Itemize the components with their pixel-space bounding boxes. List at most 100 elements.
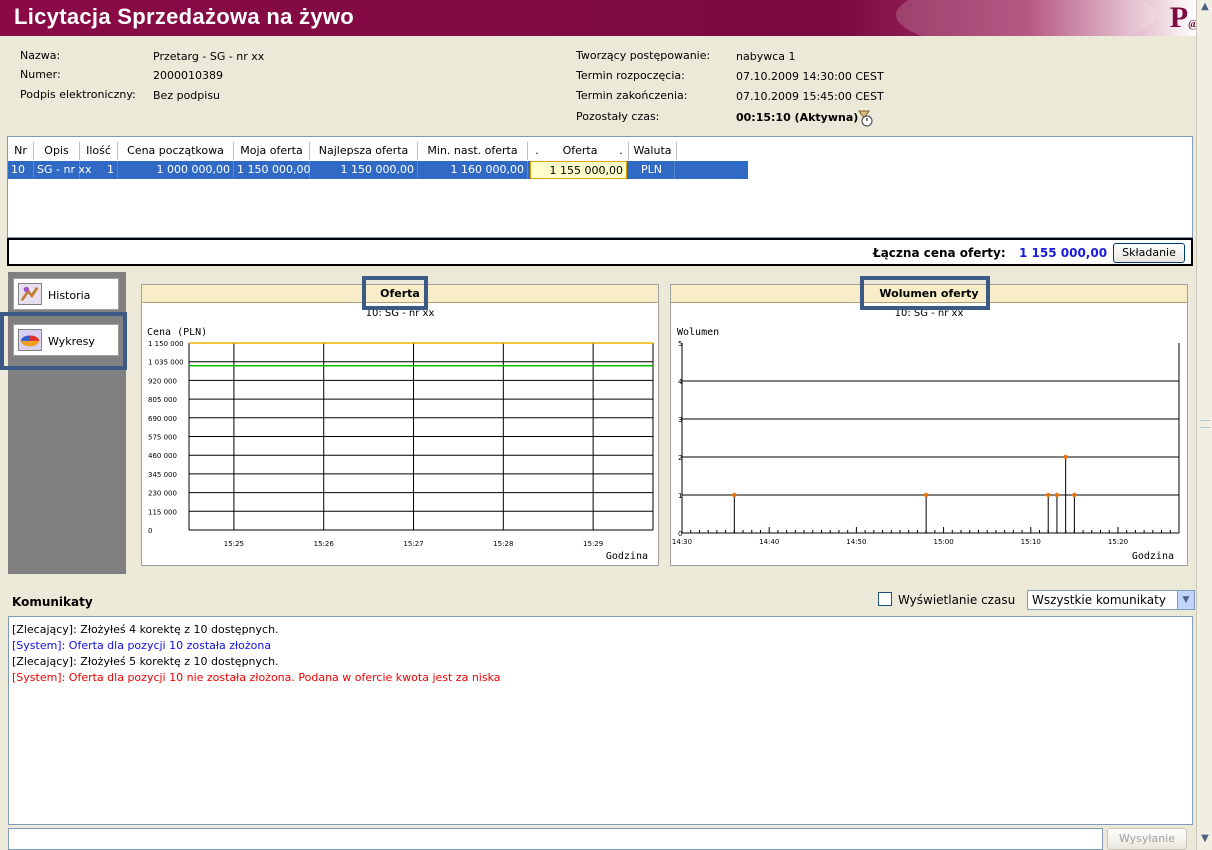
highlight-box-oferta <box>362 276 428 310</box>
chart-wolumen-plot: WolumenGodzina54321014:30 14:40 14:50 15:00… <box>672 327 1180 562</box>
cell-waluta: PLN <box>629 161 675 179</box>
y-tick-label: 345 000 <box>148 471 177 479</box>
y-tick-label: 1 150 000 <box>148 340 184 348</box>
col-min-nast-oferta: Min. nast. oferta <box>418 142 528 160</box>
col-opis: Opis <box>34 142 80 160</box>
messages-header: Komunikaty Wyświetlanie czasu Wszystkie … <box>0 586 1196 614</box>
remaining-value: 00:15:10 (Aktywna) <box>736 111 859 124</box>
y-tick-label: 1 035 000 <box>148 359 184 367</box>
page-scrollbar[interactable]: ▲ ▼ <box>1196 0 1212 850</box>
highlight-box-wykresy <box>0 312 127 370</box>
volume-point <box>1063 454 1068 460</box>
col-sep-right: . <box>614 142 629 160</box>
x-tick-label: 15:10 <box>1021 538 1041 546</box>
cell-cena-poczatkowa: 1 000 000,00 <box>118 161 234 179</box>
y-axis-label: Cena (PLN) <box>147 327 207 338</box>
history-icon <box>18 283 42 305</box>
title-decoration <box>896 0 1156 36</box>
end-label: Termin zakończenia: <box>576 89 688 102</box>
y-tick-label: 690 000 <box>148 415 177 423</box>
volume-point <box>1072 492 1077 498</box>
scroll-grip[interactable] <box>1200 420 1210 428</box>
time-display-label[interactable]: Wyświetlanie czasu <box>898 593 1015 607</box>
cell-nr: 10 <box>8 161 34 179</box>
volume-point <box>1046 492 1051 498</box>
x-tick-label: 15:00 <box>933 538 953 546</box>
highlight-box-wolumen <box>860 276 990 310</box>
cell-ilosc: 1 <box>80 161 118 179</box>
send-button[interactable]: Wysyłanie <box>1107 828 1187 850</box>
scroll-up-icon[interactable]: ▲ <box>1197 1 1212 17</box>
list-item: [Zlecający]: Złożyłeś 5 korektę z 10 dos… <box>12 655 279 668</box>
auction-info: Nazwa: Przetarg - SG - nr xx Numer: 2000… <box>0 36 1196 134</box>
x-tick-label: 14:40 <box>759 538 779 546</box>
y-tick-label: 575 000 <box>148 434 177 442</box>
remaining-label: Pozostały czas: <box>576 110 660 123</box>
x-tick-label: 15:26 <box>314 540 335 548</box>
x-axis-label: Godzina <box>606 551 648 562</box>
x-tick-label: 15:25 <box>224 540 244 548</box>
tworzacy-label: Tworzący postępowanie: <box>576 49 711 62</box>
total-value: 1 155 000,00 <box>1019 246 1108 260</box>
submit-button[interactable]: Składanie <box>1113 243 1185 263</box>
x-tick-label: 15:29 <box>583 540 603 548</box>
message-input[interactable] <box>8 828 1103 850</box>
time-display-checkbox[interactable] <box>878 592 892 606</box>
chart-oferta: Oferta 10: SG - nr xx Cena (PLN) Godzina 1… <box>141 284 659 566</box>
offers-table: Nr Opis Ilość Cena początkowa Moja ofert… <box>7 136 1193 238</box>
y-tick-label: 0 <box>148 527 152 535</box>
oferta-input[interactable]: 1 155 000,00 <box>530 161 627 179</box>
chart-wolumen: Wolumen oferty 10: SG - nr xx Wolumen God… <box>670 284 1188 566</box>
x-tick-label: 14:30 <box>672 538 692 546</box>
total-bar: Łączna cena oferty: 1 155 000,00 Składan… <box>7 238 1193 266</box>
podpis-label: Podpis elektroniczny: <box>20 88 136 101</box>
messages-list: [Zlecający]: Złożyłeś 4 korektę z 10 dos… <box>8 616 1193 825</box>
col-cena-poczatkowa: Cena początkowa <box>118 142 234 160</box>
volume-point <box>1054 492 1060 498</box>
timer-icon <box>858 110 873 127</box>
cell-min-nast-oferta: 1 160 000,00 <box>418 161 528 179</box>
y-tick-label: 920 000 <box>148 377 177 385</box>
message-filter-value: Wszystkie komunikaty <box>1032 593 1166 607</box>
tab-historia[interactable]: Historia <box>13 278 119 310</box>
x-tick-label: 15:28 <box>493 540 513 548</box>
y-axis-label: Wolumen <box>677 327 719 338</box>
message-filter-select[interactable]: Wszystkie komunikaty ▼ <box>1027 590 1195 610</box>
col-oferta: Oferta <box>546 142 614 160</box>
nazwa-value: Przetarg - SG - nr xx <box>153 50 265 63</box>
col-waluta: Waluta <box>629 142 677 160</box>
tab-historia-label: Historia <box>48 289 91 302</box>
volume-point <box>732 492 737 498</box>
messages-title: Komunikaty <box>12 595 93 609</box>
list-item: [Zlecający]: Złożyłeś 4 korektę z 10 dos… <box>12 623 279 636</box>
nazwa-label: Nazwa: <box>20 49 61 62</box>
col-ilosc: Ilość <box>80 142 118 160</box>
list-item: [System]: Oferta dla pozycji 10 została … <box>12 639 272 652</box>
list-item: [System]: Oferta dla pozycji 10 nie zost… <box>12 671 501 684</box>
end-value: 07.10.2009 15:45:00 CEST <box>736 90 884 103</box>
col-moja-oferta: Moja oferta <box>234 142 310 160</box>
chart-oferta-plot: Cena (PLN) Godzina 1 150 000 1 035 000 920 0… <box>147 327 654 562</box>
y-tick-label: 230 000 <box>148 490 177 498</box>
y-tick-label: 805 000 <box>148 396 177 404</box>
x-tick-label: 15:27 <box>403 540 423 548</box>
table-row[interactable]: 10 SG - nr xx 1 1 000 000,00 1 150 000,0… <box>8 161 748 179</box>
podpis-value: Bez podpisu <box>153 89 221 102</box>
scroll-down-icon[interactable]: ▼ <box>1197 833 1212 849</box>
chevron-down-icon[interactable]: ▼ <box>1177 591 1194 609</box>
start-label: Termin rozpoczęcia: <box>576 69 685 82</box>
tworzacy-value: nabywca 1 <box>736 50 796 63</box>
x-tick-label: 14:50 <box>846 538 866 546</box>
volume-point <box>923 492 929 498</box>
start-value: 07.10.2009 14:30:00 CEST <box>736 70 884 83</box>
col-najlepsza-oferta: Najlepsza oferta <box>310 142 418 160</box>
numer-value: 2000010389 <box>153 69 223 82</box>
y-tick-label: 460 000 <box>148 452 177 460</box>
x-tick-label: 15:20 <box>1108 538 1128 546</box>
cell-moja-oferta: 1 150 000,00 <box>234 161 310 179</box>
total-label: Łączna cena oferty: <box>873 246 1006 260</box>
x-axis-label: Godzina <box>1132 551 1174 562</box>
title-bar: Licytacja Sprzedażowa na żywo <box>0 0 1196 36</box>
cell-opis: SG - nr xx <box>34 161 91 179</box>
col-sep-left: . <box>528 142 546 160</box>
